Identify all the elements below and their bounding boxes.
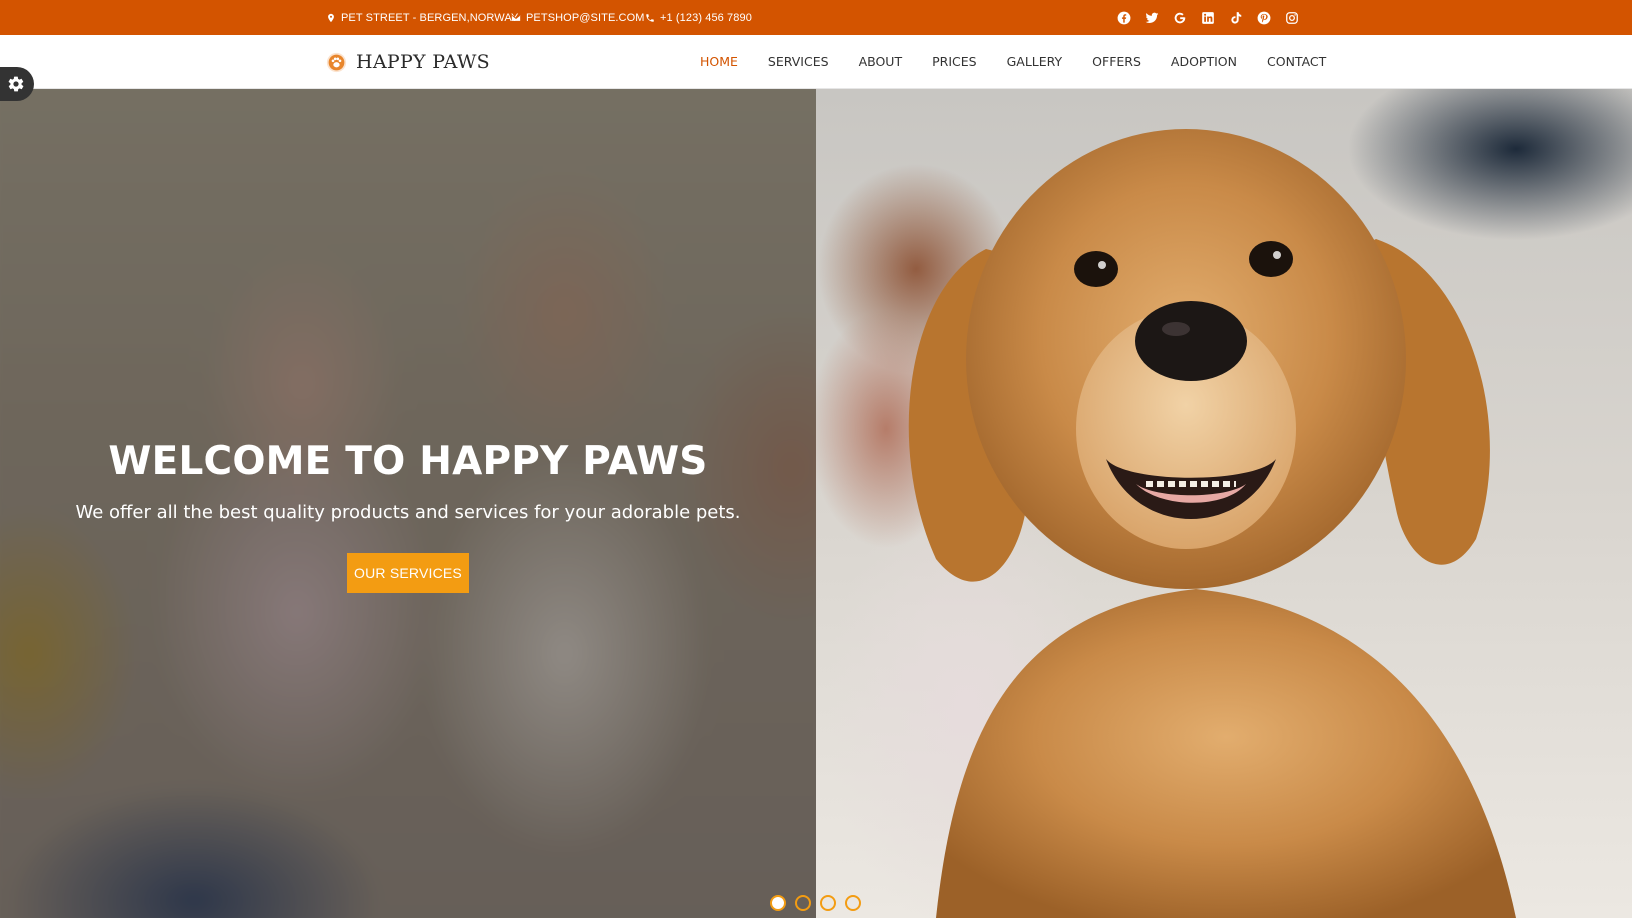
hero-subtitle: We offer all the best quality products a…: [75, 502, 741, 523]
top-bar: PET STREET - BERGEN,NORWAY PETSHOP@SITE.…: [0, 0, 1632, 35]
nav-gallery[interactable]: GALLERY: [1007, 54, 1063, 69]
google-icon[interactable]: [1171, 9, 1188, 26]
slider-dot-1[interactable]: [770, 895, 786, 911]
main-navbar: HAPPY PAWS HOME SERVICES ABOUT PRICES GA…: [0, 35, 1632, 89]
contact-email-text[interactable]: PETSHOP@SITE.COM: [526, 12, 645, 24]
paw-icon: [326, 52, 347, 72]
nav-offers[interactable]: OFFERS: [1092, 54, 1141, 69]
our-services-button[interactable]: OUR SERVICES: [347, 553, 469, 593]
slider-dot-3[interactable]: [820, 895, 836, 911]
pinterest-icon[interactable]: [1255, 9, 1272, 26]
contact-email[interactable]: PETSHOP@SITE.COM: [511, 0, 645, 35]
hero-background-dog: [816, 89, 1632, 918]
nav-services[interactable]: SERVICES: [768, 54, 829, 69]
settings-toggle-button[interactable]: [0, 67, 34, 101]
gear-icon: [8, 76, 24, 92]
slider-dot-4[interactable]: [845, 895, 861, 911]
instagram-icon[interactable]: [1283, 9, 1300, 26]
contact-phone[interactable]: +1 (123) 456 7890: [645, 0, 752, 35]
tiktok-icon[interactable]: [1227, 9, 1244, 26]
nav-prices[interactable]: PRICES: [932, 54, 976, 69]
nav-contact[interactable]: CONTACT: [1267, 54, 1326, 69]
slider-dot-2[interactable]: [795, 895, 811, 911]
contact-phone-text[interactable]: +1 (123) 456 7890: [660, 12, 752, 24]
hero-title: WELCOME TO HAPPY PAWS: [108, 439, 708, 484]
brand-name: HAPPY PAWS: [356, 51, 490, 73]
contact-address-text: PET STREET - BERGEN,NORWAY: [341, 11, 519, 24]
facebook-icon[interactable]: [1115, 9, 1132, 26]
nav-menu: HOME SERVICES ABOUT PRICES GALLERY OFFER…: [700, 35, 1326, 88]
slider-pagination: [770, 895, 861, 911]
hero-content: WELCOME TO HAPPY PAWS We offer all the b…: [0, 89, 816, 918]
nav-home[interactable]: HOME: [700, 54, 738, 69]
nav-adoption[interactable]: ADOPTION: [1171, 54, 1237, 69]
golden-retriever-image: [908, 129, 1516, 918]
social-links: [1115, 9, 1300, 26]
twitter-icon[interactable]: [1143, 9, 1160, 26]
envelope-icon: [511, 13, 521, 23]
nav-about[interactable]: ABOUT: [859, 54, 903, 69]
linkedin-icon[interactable]: [1199, 9, 1216, 26]
map-marker-icon: [326, 13, 336, 23]
brand-link[interactable]: HAPPY PAWS: [326, 49, 490, 75]
phone-icon: [645, 13, 655, 23]
hero-slider: WELCOME TO HAPPY PAWS We offer all the b…: [0, 89, 1632, 918]
contact-address: PET STREET - BERGEN,NORWAY: [326, 0, 518, 35]
